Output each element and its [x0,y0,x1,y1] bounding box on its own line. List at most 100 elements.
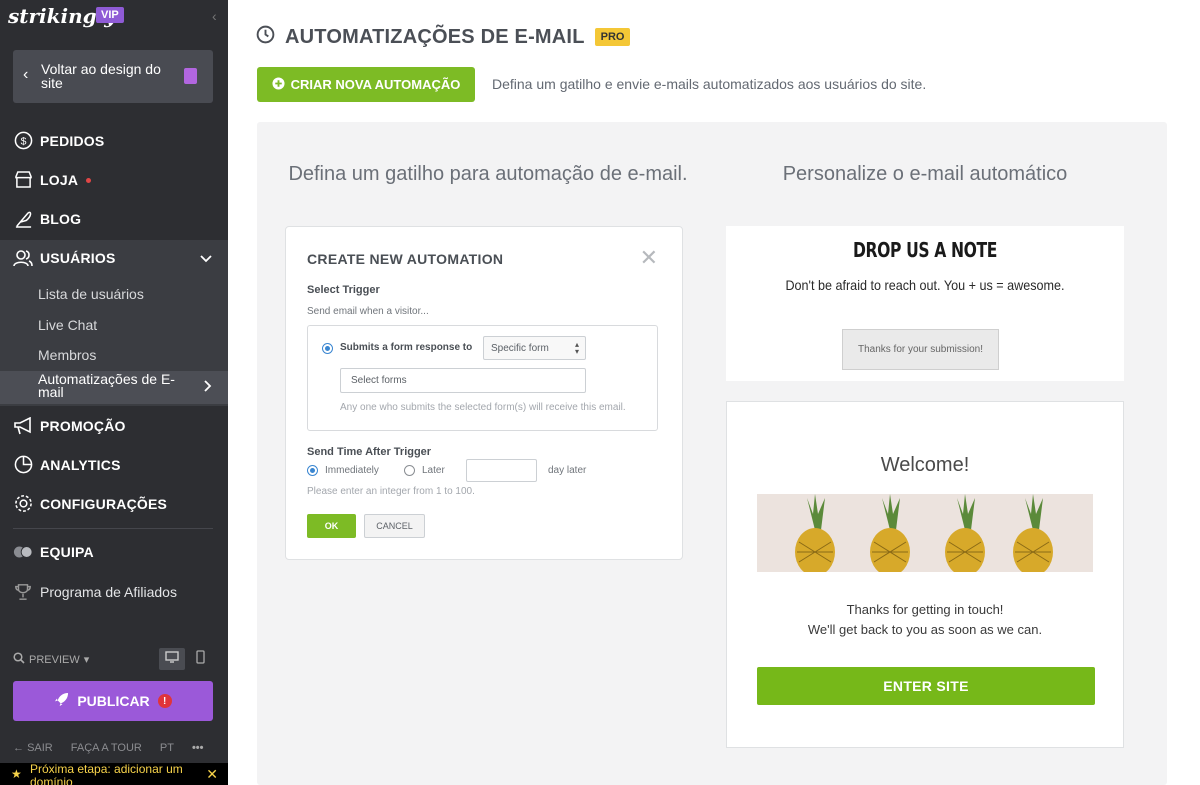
welcome-heading: Welcome! [880,454,970,476]
language-link[interactable]: PT [160,742,174,754]
nav-team[interactable]: EQUIPA [0,532,228,571]
later-radio[interactable] [404,465,415,476]
nav-analytics[interactable]: ANALYTICS [0,445,228,484]
create-automation-label: CRIAR NOVA AUTOMAÇÃO [290,77,461,92]
nav-store[interactable]: LOJA [0,160,228,199]
vip-badge: VIP [96,7,124,23]
publish-button[interactable]: PUBLICAR ! [13,681,213,721]
days-input[interactable] [466,459,537,482]
chevron-down-icon [200,250,212,268]
form-response-radio[interactable] [322,343,333,354]
close-icon[interactable]: ✕ [206,767,218,781]
alert-icon: ! [157,694,172,708]
team-avatars-icon [13,542,33,562]
nav-analytics-label: ANALYTICS [40,456,121,473]
tour-link[interactable]: FAÇA A TOUR [71,742,142,754]
desktop-view-button[interactable] [159,648,185,670]
nav-settings[interactable]: CONFIGURAÇÕES [0,484,228,523]
notification-dot [86,178,92,184]
email-message: Thanks for getting in touch! We'll get b… [727,600,1123,640]
create-automation-button[interactable]: CRIAR NOVA AUTOMAÇÃO [257,67,475,102]
main-content: AUTOMATIZAÇÕES DE E-MAIL PRO CRIAR NOVA … [228,0,1200,785]
sidebar-divider [13,528,213,529]
later-label: Later [422,465,445,476]
subnav-email-automations[interactable]: Automatizações de E-mail [0,371,228,404]
plus-circle-icon [272,76,285,93]
immediately-label: Immediately [325,465,379,476]
collapse-sidebar-icon[interactable]: ‹ [212,8,217,24]
subnav-user-list[interactable]: Lista de usuários [38,286,144,302]
next-step-banner[interactable]: ★ Próxima etapa: adicionar um domínio ✕ [0,763,228,785]
form-type-select[interactable]: Specific form ▴ ▾ [483,336,586,360]
chevron-left-icon: ‹ [23,66,29,83]
create-description: Defina um gatilho e envie e-mails automa… [492,76,927,92]
page-icon [184,68,197,84]
trigger-option-box: Submits a form response to Specific form… [307,325,658,431]
chevron-right-icon [204,379,212,395]
preview-label: PREVIEW [29,653,80,666]
sidebar: strikingly VIP ‹ ‹ Voltar ao design do s… [0,0,228,785]
subnav-email-automations-label: Automatizações de E-mail [38,371,175,400]
star-icon: ★ [11,767,22,781]
cancel-button[interactable]: CANCEL [364,514,425,538]
nav-blog[interactable]: BLOG [0,199,228,238]
nav-users[interactable]: USUÁRIOS [0,238,228,277]
more-menu-icon[interactable]: ••• [192,742,204,754]
gear-icon [13,494,33,514]
submission-thanks-button[interactable]: Thanks for your submission! [842,329,999,370]
exit-link[interactable]: ← SAIR [13,742,53,754]
mobile-view-button[interactable] [187,648,213,670]
preview-dropdown[interactable]: PREVIEW ▾ [13,652,89,667]
mobile-icon [195,649,205,669]
customize-heading: Personalize o e-mail automático [782,163,1068,185]
sidebar-footer: ← SAIR FAÇA A TOUR PT ••• [13,742,204,754]
nav-orders[interactable]: $ PEDIDOS [0,121,228,160]
select-forms-placeholder: Select forms [351,375,407,386]
feather-icon [13,209,33,229]
pineapples-image [757,494,1093,572]
back-to-design-label: Voltar ao design do site [41,61,161,91]
enter-site-button[interactable]: ENTER SITE [757,667,1095,705]
clock-icon [256,25,275,49]
ok-button[interactable]: OK [307,514,356,538]
send-when-text: Send email when a visitor... [307,306,429,317]
store-icon [13,170,33,190]
message-line-2: We'll get back to you as soon as we can. [807,622,1043,637]
dollar-icon: $ [13,131,33,151]
day-later-label: day later [548,465,587,476]
trigger-heading: Defina um gatilho para automação de e-ma… [288,163,688,185]
nav-settings-label: CONFIGURAÇÕES [40,495,168,512]
nav-affiliates-label: Programa de Afiliados [40,583,177,600]
nav-affiliates[interactable]: Programa de Afiliados [0,572,228,611]
send-time-label: Send Time After Trigger [307,446,432,458]
nav-team-label: EQUIPA [40,543,94,560]
nav-promotion[interactable]: PROMOÇÃO [0,406,228,445]
search-icon [13,652,25,667]
form-type-value: Specific form [491,343,549,354]
close-icon[interactable]: ✕ [640,245,658,271]
page-header: AUTOMATIZAÇÕES DE E-MAIL PRO [256,25,631,49]
rocket-icon [54,692,69,710]
modal-title: CREATE NEW AUTOMATION [307,251,504,267]
contact-form-preview: DROP US A NOTE Don't be afraid to reach … [726,226,1124,381]
immediately-radio[interactable] [307,465,318,476]
select-arrows-icon: ▴ ▾ [574,340,579,356]
note-title: DROP US A NOTE [852,238,998,262]
back-to-design-button[interactable]: ‹ Voltar ao design do site [13,50,213,103]
trophy-icon [13,582,33,602]
publish-label: PUBLICAR [77,693,150,709]
select-trigger-label: Select Trigger [307,284,380,296]
megaphone-icon [13,416,33,436]
create-automation-modal: CREATE NEW AUTOMATION ✕ Select Trigger S… [285,226,683,560]
svg-text:$: $ [20,136,26,147]
select-forms-input[interactable]: Select forms [340,368,586,393]
nav-orders-label: PEDIDOS [40,132,105,149]
page-title: AUTOMATIZAÇÕES DE E-MAIL [285,25,585,48]
pro-badge: PRO [594,28,631,46]
nav-store-label: LOJA [40,172,92,188]
submit-hint: Any one who submits the selected form(s)… [340,402,626,413]
desktop-icon [165,650,179,668]
note-subtitle: Don't be afraid to reach out. You + us =… [785,277,1065,293]
subnav-members[interactable]: Membros [38,347,96,363]
subnav-live-chat[interactable]: Live Chat [38,317,97,333]
